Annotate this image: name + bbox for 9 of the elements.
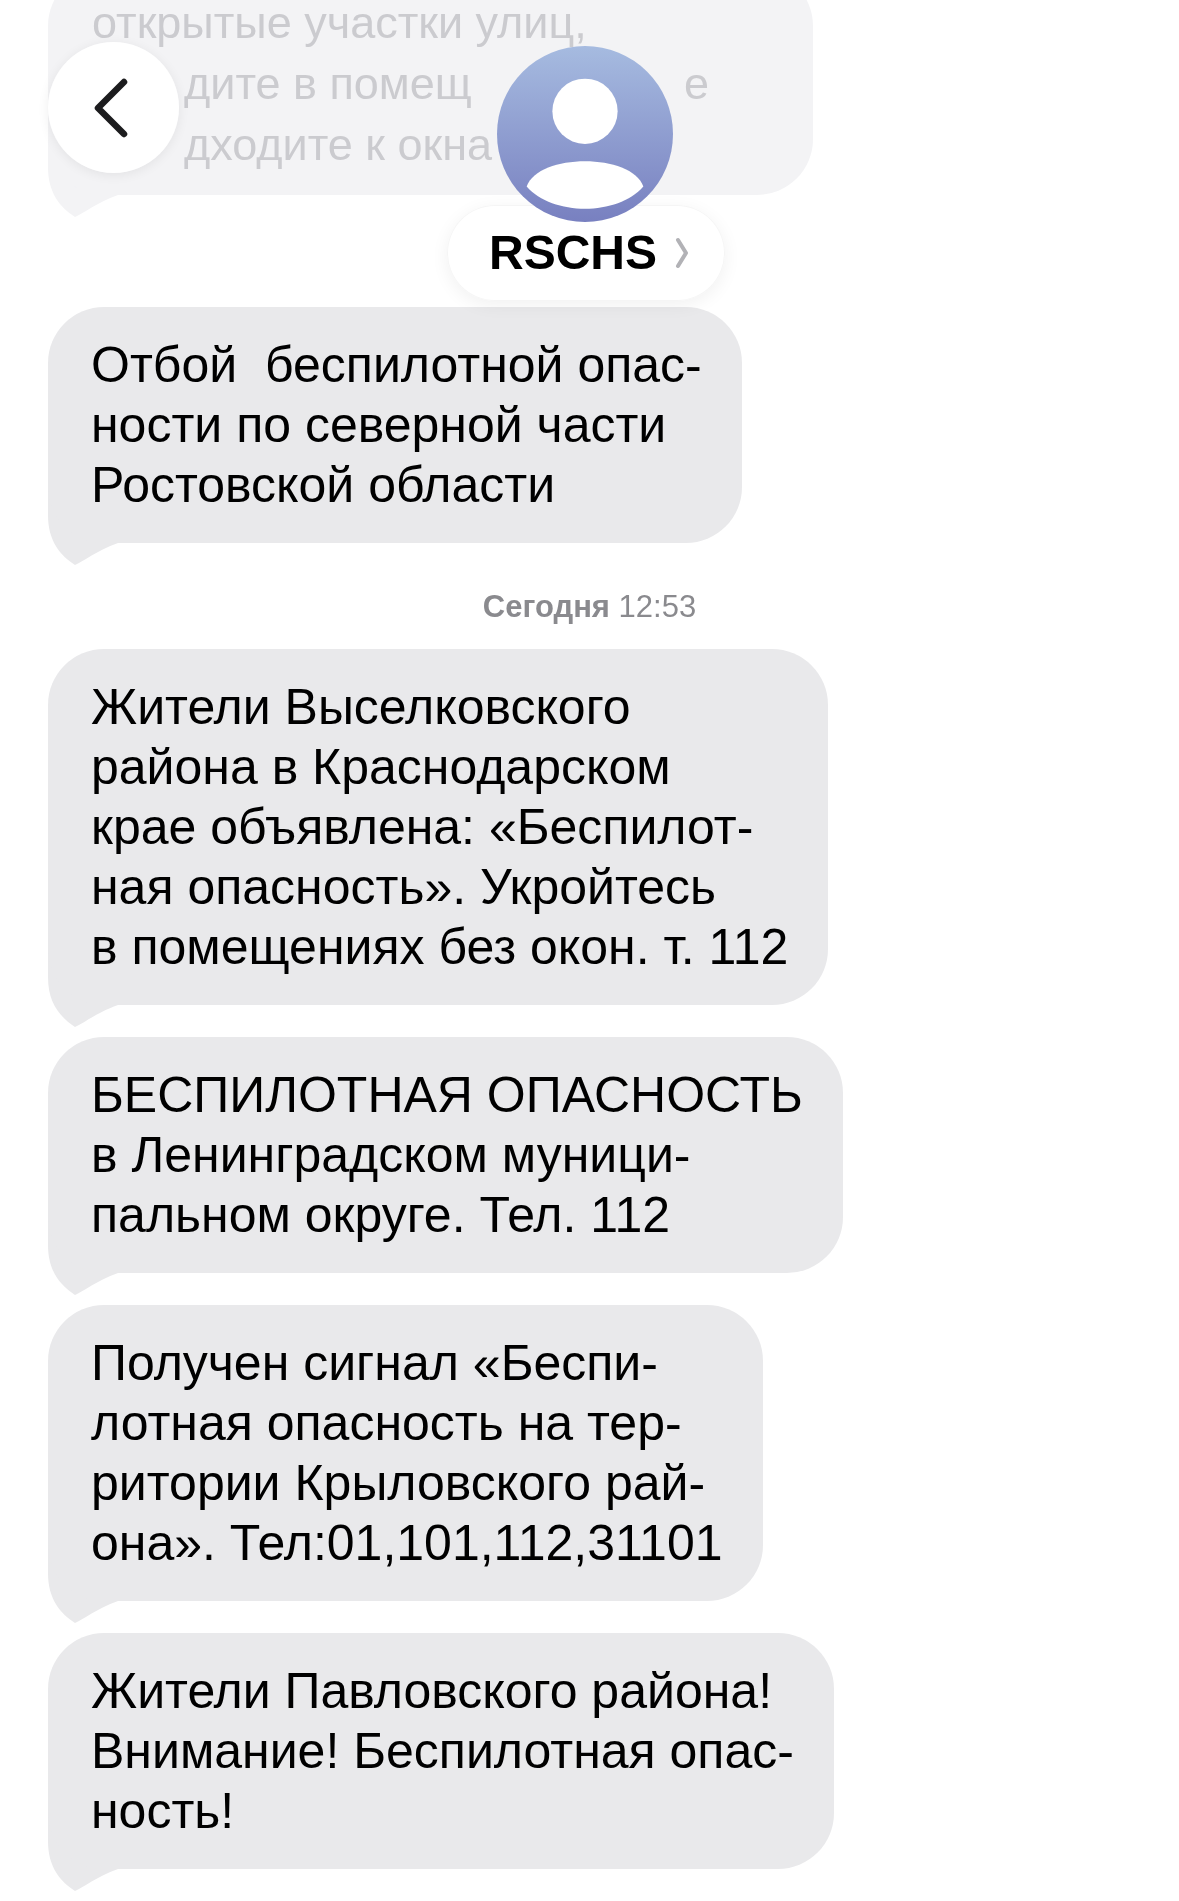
chevron-right-icon: [675, 237, 690, 269]
message-text: Жители Выселковского района в Краснодарском крае объявлена: «Беспилот- ная опасность». Укройтесь в помещениях без окон. т. 112: [91, 678, 789, 977]
chevron-left-icon: [92, 77, 129, 138]
message-text: Жители Павловского района! Внимание! Беспилотная опас- ность!: [91, 1662, 794, 1841]
message-text: Отбой беспилотной опас- ности по северной части Ростовской области: [91, 336, 702, 515]
avatar-icon[interactable]: [497, 46, 673, 222]
message-text: БЕСПИЛОТНАЯ ОПАСНОСТЬ в Ленинградском муници- пальном округе. Тел. 112: [91, 1066, 803, 1245]
message-text: Получен сигнал «Беспи- лотная опасность на тер- ритории Крыловского рай- она». Тел:01,101,112,31101: [91, 1334, 723, 1573]
timestamp: Сегодня 12:53: [482, 589, 697, 625]
